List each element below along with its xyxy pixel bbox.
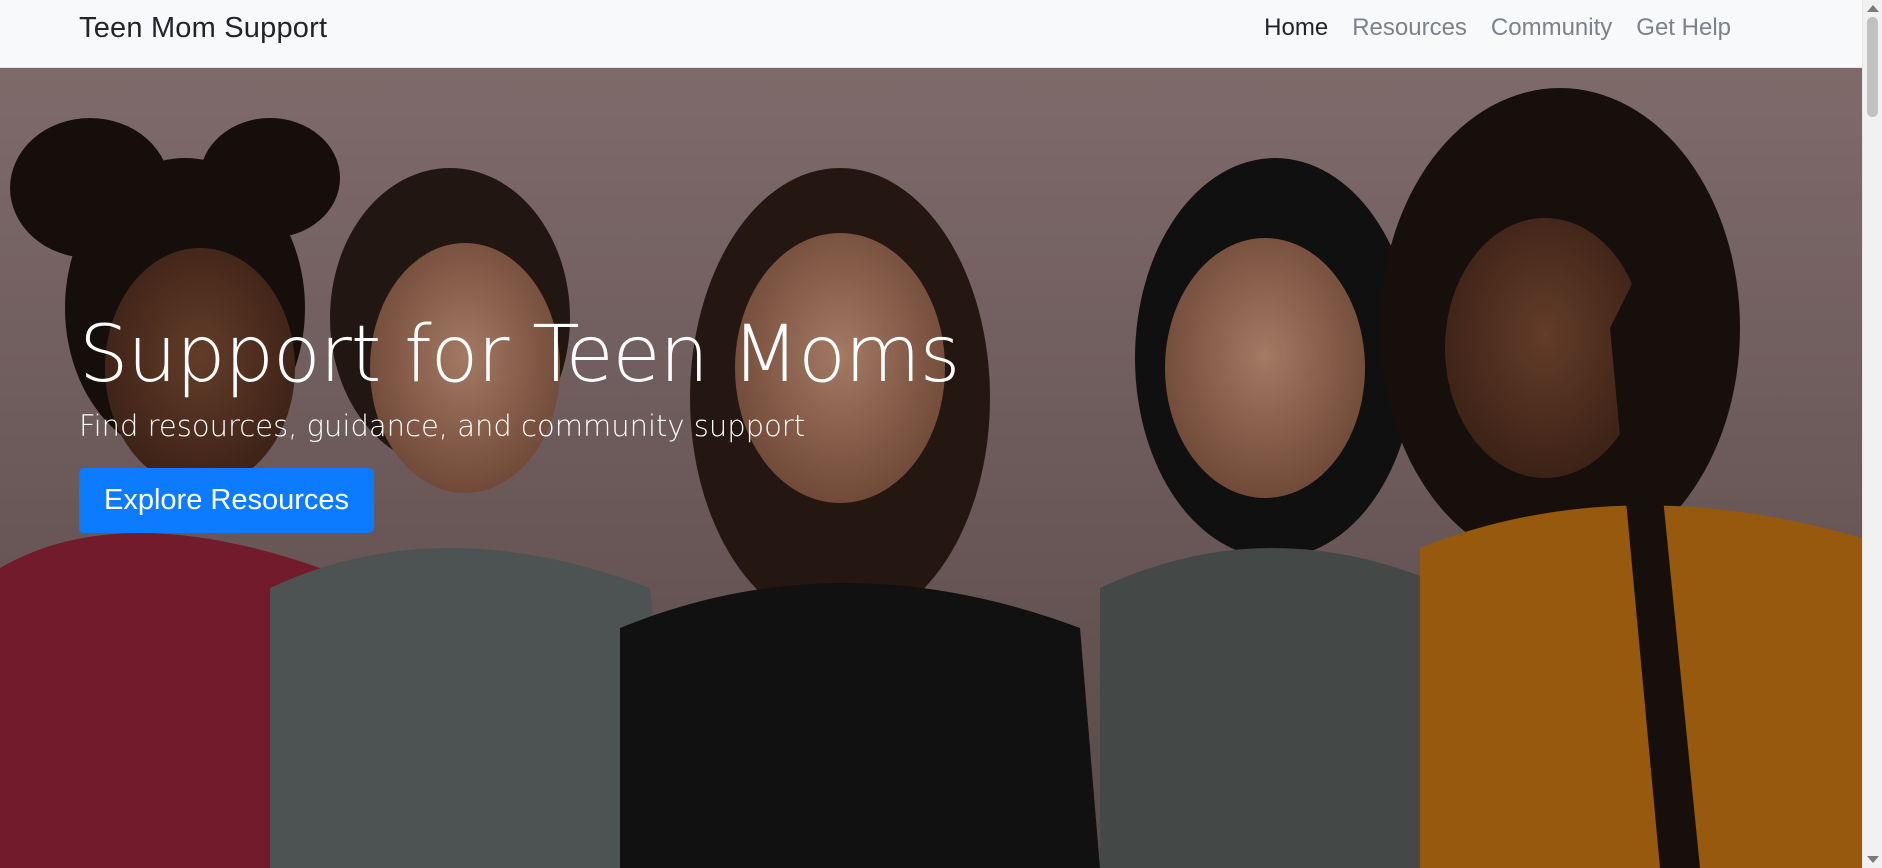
vertical-scrollbar[interactable] <box>1862 0 1882 868</box>
navbar: Teen Mom Support Home Resources Communit… <box>0 0 1862 68</box>
nav-item-get-help[interactable]: Get Help <box>1636 14 1731 42</box>
brand-link[interactable]: Teen Mom Support <box>79 12 327 45</box>
scroll-up-icon[interactable] <box>1867 5 1879 12</box>
scroll-down-icon[interactable] <box>1867 856 1879 863</box>
nav-item-community[interactable]: Community <box>1491 14 1612 42</box>
hero-content: Support for Teen Moms Find resources, gu… <box>79 310 960 533</box>
hero-title: Support for Teen Moms <box>79 310 960 400</box>
scroll-thumb[interactable] <box>1867 17 1878 117</box>
hero-section: Support for Teen Moms Find resources, gu… <box>0 68 1862 868</box>
nav-menu: Home Resources Community Get Help <box>1264 14 1731 42</box>
page: Teen Mom Support Home Resources Communit… <box>0 0 1882 868</box>
nav-item-home[interactable]: Home <box>1264 14 1328 42</box>
hero-subtitle: Find resources, guidance, and community … <box>79 408 806 443</box>
nav-item-resources[interactable]: Resources <box>1352 14 1467 42</box>
explore-resources-button[interactable]: Explore Resources <box>79 467 374 533</box>
